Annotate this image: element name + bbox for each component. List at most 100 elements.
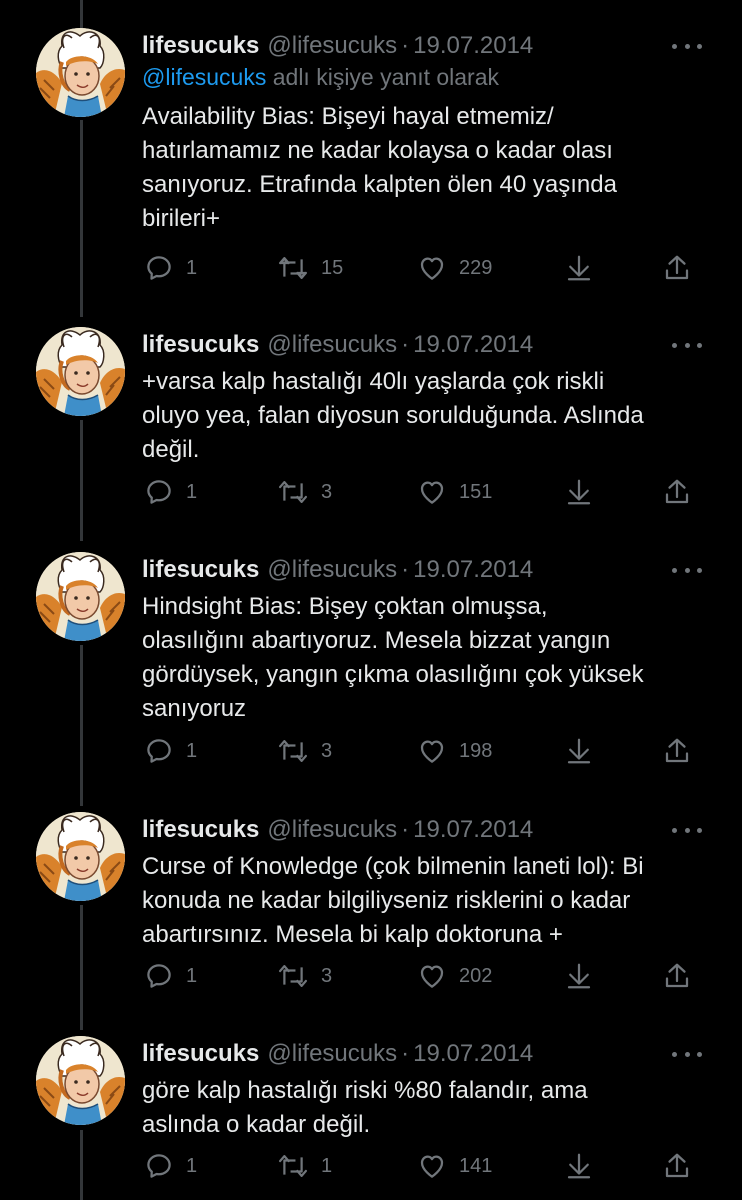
author-handle[interactable]: @lifesucuks (267, 556, 397, 584)
tweet-header: lifesucuks @lifesucuks · 19.07.2014 (142, 1036, 533, 1072)
reply-count: 1 (186, 256, 198, 279)
heart-outline-icon (420, 965, 444, 988)
reply-button[interactable]: 1 (144, 1148, 197, 1184)
tweet[interactable]: lifesucuks @lifesucuks · 19.07.2014 göre… (0, 1036, 742, 1200)
share-upload-icon (665, 255, 689, 280)
tweet[interactable]: lifesucuks @lifesucuks · 19.07.2014 Hind… (0, 552, 742, 802)
avatar[interactable] (36, 28, 125, 117)
share-upload-icon (665, 738, 689, 763)
tweet[interactable]: lifesucuks @lifesucuks · 19.07.2014 @lif… (0, 28, 742, 298)
retweet-button[interactable]: 3 (277, 733, 332, 769)
avatar[interactable] (36, 552, 125, 641)
download-arrow-icon (567, 1153, 591, 1179)
comment-bubble-icon (147, 1154, 171, 1178)
like-button[interactable]: 141 (417, 1148, 492, 1184)
separator-dot: · (401, 816, 410, 843)
tweet-text: göre kalp hastalığı riski %80 falandır, … (142, 1077, 588, 1138)
download-arrow-icon (567, 479, 591, 505)
author-name[interactable]: lifesucuks (142, 32, 259, 60)
download-button[interactable] (564, 1148, 594, 1184)
reply-button[interactable]: 1 (144, 250, 197, 286)
like-count: 198 (459, 739, 493, 762)
author-name[interactable]: lifesucuks (142, 331, 259, 359)
author-handle[interactable]: @lifesucuks (267, 331, 397, 359)
tweet[interactable]: lifesucuks @lifesucuks · 19.07.2014 +var… (0, 327, 742, 537)
download-arrow-icon (567, 255, 591, 281)
retweet-arrows-icon (278, 257, 308, 279)
tweet-header: lifesucuks @lifesucuks · 19.07.2014 (142, 812, 533, 848)
tweet-actions: 1 3 202 (142, 958, 702, 994)
reply-button[interactable]: 1 (144, 958, 197, 994)
retweet-count: 3 (321, 739, 333, 762)
like-button[interactable]: 198 (417, 733, 492, 769)
avatar[interactable] (36, 812, 125, 901)
reply-context: @lifesucuks adlı kişiye yanıt olarak (142, 64, 499, 91)
share-button[interactable] (662, 250, 692, 286)
download-button[interactable] (564, 733, 594, 769)
avatar-image (36, 812, 125, 901)
like-count: 202 (459, 964, 493, 987)
tweet-header: lifesucuks @lifesucuks · 19.07.2014 (142, 327, 533, 363)
more-dots-icon[interactable] (672, 1042, 702, 1066)
like-button[interactable]: 151 (417, 474, 492, 510)
tweet-text: Availability Bias: Bişeyi hayal etmemiz/… (142, 103, 617, 232)
share-button[interactable] (662, 733, 692, 769)
download-arrow-icon (567, 738, 591, 764)
download-button[interactable] (564, 958, 594, 994)
heart-outline-icon (420, 257, 444, 280)
author-handle[interactable]: @lifesucuks (267, 32, 397, 60)
reply-context-label: adlı kişiye yanıt olarak (272, 64, 500, 90)
reply-count: 1 (186, 480, 198, 503)
tweet-text: +varsa kalp hastalığı 40lı yaşlarda çok … (142, 368, 644, 463)
like-button[interactable]: 229 (417, 250, 492, 286)
reply-count: 1 (186, 964, 198, 987)
heart-outline-icon (420, 1155, 444, 1178)
retweet-arrows-icon (278, 965, 308, 987)
like-count: 151 (459, 480, 493, 503)
like-button[interactable]: 202 (417, 958, 492, 994)
share-button[interactable] (662, 474, 692, 510)
more-dots-icon[interactable] (672, 818, 702, 842)
retweet-arrows-icon (278, 481, 308, 503)
retweet-button[interactable]: 15 (277, 250, 343, 286)
more-dots-icon[interactable] (672, 558, 702, 582)
retweet-button[interactable]: 3 (277, 474, 332, 510)
share-button[interactable] (662, 1148, 692, 1184)
reply-button[interactable]: 1 (144, 733, 197, 769)
tweet-date[interactable]: 19.07.2014 (413, 331, 533, 359)
tweet-date[interactable]: 19.07.2014 (413, 1040, 533, 1068)
tweet-actions: 1 15 229 (142, 250, 702, 286)
author-handle[interactable]: @lifesucuks (267, 1040, 397, 1068)
avatar[interactable] (36, 1036, 125, 1125)
tweet-date[interactable]: 19.07.2014 (413, 816, 533, 844)
share-button[interactable] (662, 958, 692, 994)
retweet-count: 3 (321, 964, 333, 987)
retweet-arrows-icon (278, 740, 308, 762)
share-upload-icon (665, 479, 689, 504)
reply-mention-link[interactable]: @lifesucuks (142, 64, 266, 90)
retweet-arrows-icon (278, 1155, 308, 1177)
download-button[interactable] (564, 474, 594, 510)
comment-bubble-icon (147, 480, 171, 504)
comment-bubble-icon (147, 739, 171, 763)
author-handle[interactable]: @lifesucuks (267, 816, 397, 844)
author-name[interactable]: lifesucuks (142, 1040, 259, 1068)
more-dots-icon[interactable] (672, 34, 702, 58)
retweet-count: 1 (321, 1154, 333, 1177)
comment-bubble-icon (147, 964, 171, 988)
avatar-image (36, 327, 125, 416)
download-button[interactable] (564, 250, 594, 286)
share-upload-icon (665, 963, 689, 988)
tweet[interactable]: lifesucuks @lifesucuks · 19.07.2014 Curs… (0, 812, 742, 1032)
avatar-image (36, 552, 125, 641)
retweet-button[interactable]: 3 (277, 958, 332, 994)
author-name[interactable]: lifesucuks (142, 556, 259, 584)
avatar[interactable] (36, 327, 125, 416)
retweet-button[interactable]: 1 (277, 1148, 332, 1184)
reply-button[interactable]: 1 (144, 474, 197, 510)
tweet-date[interactable]: 19.07.2014 (413, 556, 533, 584)
author-name[interactable]: lifesucuks (142, 816, 259, 844)
tweet-date[interactable]: 19.07.2014 (413, 32, 533, 60)
tweet-actions: 1 1 141 (142, 1148, 702, 1184)
more-dots-icon[interactable] (672, 333, 702, 357)
